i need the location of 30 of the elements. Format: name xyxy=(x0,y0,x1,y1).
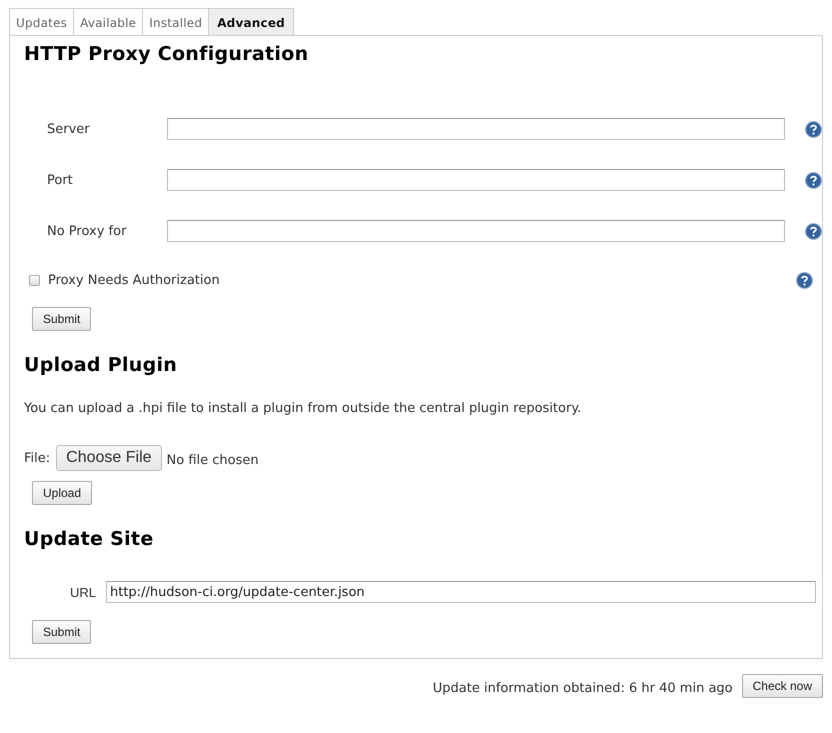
check-now-button[interactable]: Check now xyxy=(742,674,823,698)
help-icon[interactable] xyxy=(805,172,822,188)
field-label: Port xyxy=(46,172,74,188)
help-icon[interactable] xyxy=(796,272,813,289)
file-label: File: xyxy=(24,450,50,466)
section-heading: Update Site xyxy=(24,527,154,551)
input-field[interactable] xyxy=(166,118,785,140)
input-field[interactable] xyxy=(166,220,785,242)
help-icon[interactable] xyxy=(805,120,822,138)
field-label: URL xyxy=(70,584,98,600)
field-label: No Proxy for xyxy=(46,224,128,238)
tab[interactable]: Installed xyxy=(142,8,208,35)
description-text: You can upload a .hpi file to install a plugin from outside the central plugin repository. xyxy=(24,401,582,416)
checkbox[interactable] xyxy=(29,275,40,286)
section-heading: HTTP Proxy Configuration xyxy=(24,42,310,66)
input-field[interactable]: http://hudson-ci.org/update-center.json xyxy=(106,581,816,603)
choose-file-button[interactable]: Choose File xyxy=(56,445,162,471)
submit-button[interactable]: Upload xyxy=(32,481,92,505)
checkbox-label: Proxy Needs Authorization xyxy=(48,273,220,288)
file-status: No file chosen xyxy=(166,452,259,468)
tab[interactable]: Advanced xyxy=(208,8,294,35)
tab[interactable]: Updates xyxy=(9,8,74,35)
input-field[interactable] xyxy=(166,169,785,191)
update-info: Update information obtained: 6 hr 40 min ago xyxy=(432,681,733,696)
tab[interactable]: Available xyxy=(73,8,142,35)
help-icon[interactable] xyxy=(805,222,822,240)
submit-button[interactable]: Submit xyxy=(32,307,92,331)
submit-button[interactable]: Submit xyxy=(32,620,92,644)
field-label: Server xyxy=(46,122,91,136)
section-heading: Upload Plugin xyxy=(24,353,178,377)
